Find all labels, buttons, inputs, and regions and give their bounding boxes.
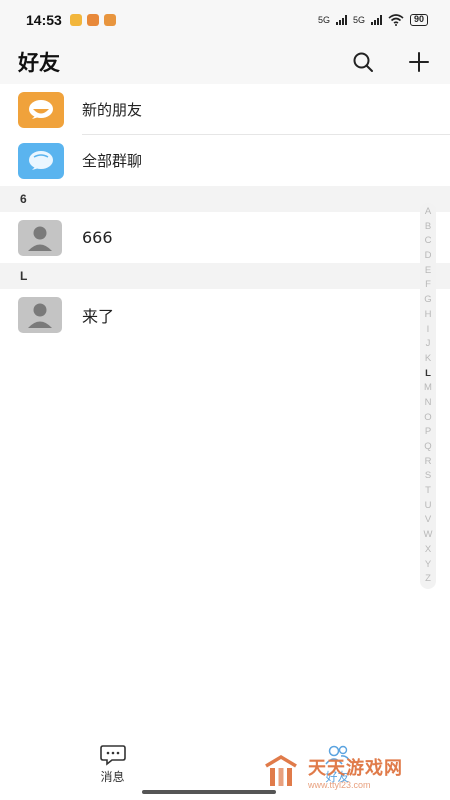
status-time: 14:53 bbox=[26, 12, 62, 28]
app-header: 好友 bbox=[0, 40, 450, 84]
index-letter[interactable]: J bbox=[426, 337, 431, 352]
index-letter[interactable]: G bbox=[424, 293, 431, 308]
home-indicator bbox=[142, 790, 276, 794]
group-chat-icon bbox=[18, 142, 64, 179]
index-letter[interactable]: K bbox=[425, 352, 431, 367]
all-groups-label: 全部群聊 bbox=[82, 152, 143, 170]
notification-app-icon bbox=[86, 14, 99, 26]
avatar bbox=[18, 219, 62, 256]
index-letter[interactable]: O bbox=[424, 411, 431, 426]
new-friends-icon bbox=[18, 91, 64, 128]
search-icon bbox=[353, 52, 373, 72]
network-label: 5G bbox=[317, 15, 330, 25]
network-label: 5G bbox=[352, 15, 365, 25]
index-letter[interactable]: Y bbox=[425, 558, 431, 573]
index-letter[interactable]: F bbox=[425, 278, 431, 293]
index-letter[interactable]: I bbox=[427, 323, 430, 338]
add-button[interactable] bbox=[406, 49, 432, 75]
page-title: 好友 bbox=[18, 51, 60, 75]
contact-name: 666 bbox=[82, 228, 113, 247]
index-letter[interactable]: W bbox=[424, 528, 433, 543]
battery-icon: 90 bbox=[409, 14, 428, 26]
contact-item[interactable]: 666 bbox=[0, 212, 450, 263]
signal-icon bbox=[335, 15, 347, 25]
notification-app-icon bbox=[103, 14, 116, 26]
plus-icon bbox=[409, 52, 429, 72]
index-letter[interactable]: U bbox=[425, 499, 432, 514]
notification-icons bbox=[69, 14, 116, 26]
index-letter[interactable]: B bbox=[425, 220, 431, 235]
section-header: 6 bbox=[0, 186, 450, 212]
index-letter[interactable]: N bbox=[425, 396, 432, 411]
status-bar: 14:53 5G 5G 90 bbox=[0, 0, 450, 40]
notification-app-icon bbox=[69, 14, 82, 26]
index-letter[interactable]: X bbox=[425, 543, 431, 558]
watermark-title: 天天游戏网 bbox=[308, 758, 403, 779]
search-button[interactable] bbox=[350, 49, 376, 75]
chat-icon bbox=[99, 745, 126, 766]
index-letter[interactable]: T bbox=[425, 484, 431, 499]
tab-label: 消息 bbox=[100, 770, 125, 784]
index-letter[interactable]: D bbox=[425, 249, 432, 264]
index-letter[interactable]: C bbox=[425, 234, 432, 249]
battery-level: 90 bbox=[413, 14, 424, 24]
watermark-url: www.ttyl23.com bbox=[308, 780, 371, 790]
avatar bbox=[18, 296, 62, 333]
index-letter[interactable]: V bbox=[425, 513, 431, 528]
new-friends-label: 新的朋友 bbox=[82, 101, 143, 119]
section-header: L bbox=[0, 263, 450, 289]
index-letter[interactable]: A bbox=[425, 205, 431, 220]
index-letter[interactable]: Z bbox=[425, 572, 431, 587]
index-letter[interactable]: H bbox=[425, 308, 432, 323]
status-indicators: 5G 5G 90 bbox=[318, 14, 428, 26]
index-letter[interactable]: S bbox=[425, 469, 431, 484]
index-letter[interactable]: P bbox=[425, 425, 431, 440]
contact-name: 来了 bbox=[82, 306, 115, 326]
all-groups-item[interactable]: 全部群聊 bbox=[0, 135, 450, 186]
signal-icon bbox=[370, 15, 382, 25]
index-letter[interactable]: M bbox=[424, 381, 432, 396]
index-letter[interactable]: R bbox=[425, 455, 432, 470]
alphabet-index-bar[interactable]: ABCDEFGHIJKLMNOPQRSTUVWXYZ bbox=[420, 203, 436, 589]
watermark: 天天游戏网 www.ttyl23.com bbox=[262, 750, 442, 794]
friend-list: 新的朋友 全部群聊 6 666 L 来了 bbox=[0, 84, 450, 340]
new-friends-item[interactable]: 新的朋友 bbox=[0, 84, 450, 135]
wifi-icon bbox=[388, 14, 404, 26]
index-letter[interactable]: L bbox=[425, 367, 431, 382]
watermark-logo-icon bbox=[265, 754, 297, 786]
index-letter[interactable]: E bbox=[425, 264, 431, 279]
contact-item[interactable]: 来了 bbox=[0, 289, 450, 340]
index-letter[interactable]: Q bbox=[424, 440, 431, 455]
